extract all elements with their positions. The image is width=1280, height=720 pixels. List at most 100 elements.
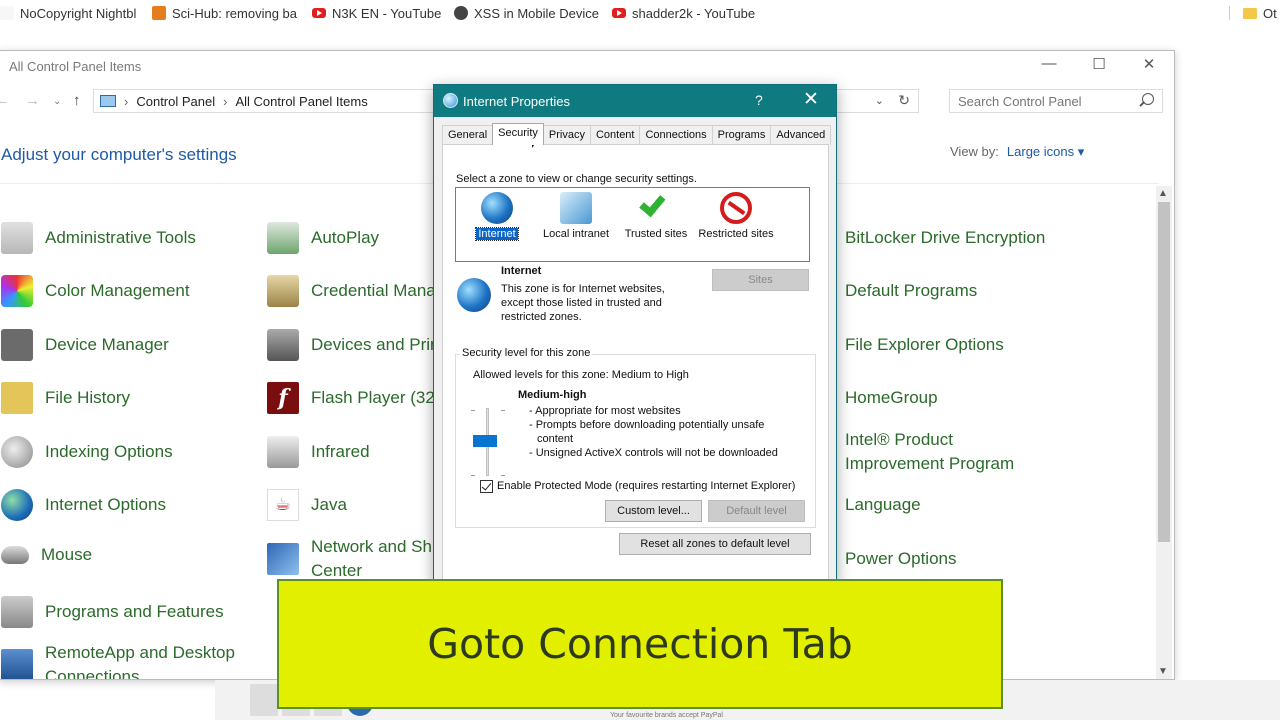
tab-general[interactable]: General (442, 125, 494, 145)
flash-player-icon: f (267, 382, 299, 414)
tab-advanced[interactable]: Advanced (770, 125, 832, 145)
up-arrow-icon[interactable]: ↑ (73, 92, 81, 109)
list-item[interactable]: Administrative Tools (1, 222, 196, 254)
zone-internet[interactable]: Internet (457, 192, 537, 241)
tab-connections[interactable]: Connections (639, 125, 713, 145)
youtube-icon (612, 8, 626, 18)
zone-restricted-sites[interactable]: Restricted sites (696, 192, 776, 240)
youtube-icon (312, 8, 326, 18)
window-title: All Control Panel Items (9, 59, 142, 74)
list-item[interactable]: Mouse (1, 543, 92, 567)
internet-options-icon (1, 489, 33, 521)
security-slider-thumb[interactable] (473, 435, 497, 447)
minimize-button[interactable]: — (1029, 55, 1069, 77)
help-button[interactable]: ? (755, 92, 763, 108)
remoteapp-icon (1, 649, 33, 679)
level-point: - Appropriate for most websites (529, 405, 681, 417)
folder-icon (1243, 7, 1257, 19)
tab-security[interactable]: Security (492, 123, 544, 145)
slider-tick (501, 475, 505, 476)
list-item[interactable]: Infrared (267, 436, 370, 468)
address-dropdown-icon[interactable]: ⌄ (875, 94, 884, 107)
zone-description: restricted zones. (501, 311, 582, 323)
credential-manager-icon (267, 275, 299, 307)
list-item[interactable]: File History (1, 382, 130, 414)
recent-chevron-icon[interactable]: ⌄ (53, 96, 61, 107)
bookmark-shadder2k[interactable]: shadder2k - YouTube (612, 4, 755, 22)
zone-trusted-sites[interactable]: Trusted sites (616, 192, 696, 240)
breadcrumb-control-panel[interactable]: Control Panel (136, 94, 215, 109)
globe-icon (481, 192, 513, 224)
bookmark-folder[interactable]: Ot (1243, 4, 1277, 22)
sites-button[interactable]: Sites (712, 269, 809, 291)
level-point: - Unsigned ActiveX controls will not be … (529, 447, 778, 459)
bookmark-scihub[interactable]: Sci-Hub: removing ba (152, 4, 300, 22)
default-level-button[interactable]: Default level (708, 500, 805, 522)
forward-arrow-icon[interactable]: → (25, 92, 40, 109)
bookmark-n3k[interactable]: N3K EN - YouTube (312, 4, 441, 22)
list-item[interactable]: Programs and Features (1, 596, 224, 628)
allowed-levels: Allowed levels for this zone: Medium to … (473, 369, 689, 381)
list-item[interactable]: Credential Mana (267, 275, 436, 307)
maximize-button[interactable]: ☐ (1079, 55, 1119, 77)
list-item[interactable]: Default Programs (845, 279, 977, 303)
page-title: Adjust your computer's settings (1, 145, 237, 164)
security-panel: Select a zone to view or change security… (442, 144, 829, 584)
intranet-icon (560, 192, 592, 224)
view-by-dropdown[interactable]: Large icons ▾ (1007, 144, 1084, 159)
autoplay-icon (267, 222, 299, 254)
bookmark-separator (1229, 6, 1230, 20)
custom-level-button[interactable]: Custom level... (605, 500, 702, 522)
bookmark-nocopyright[interactable]: NoCopyright Nightbl (0, 4, 136, 22)
list-item[interactable]: Language (845, 493, 921, 517)
scrollbar-thumb[interactable] (1158, 202, 1170, 542)
scihub-icon (152, 6, 166, 20)
reset-all-zones-button[interactable]: Reset all zones to default level (619, 533, 811, 555)
close-icon[interactable]: ✕ (803, 88, 819, 111)
search-input[interactable]: Search Control Panel (949, 89, 1163, 113)
list-item[interactable]: Internet Options (1, 489, 166, 521)
list-item[interactable]: HomeGroup (845, 386, 938, 410)
close-window-button[interactable]: ✕ (1129, 55, 1169, 77)
tab-privacy[interactable]: Privacy (542, 125, 591, 145)
list-item[interactable]: Network and Sh Center (267, 535, 437, 583)
bug-icon (454, 6, 468, 20)
list-item[interactable]: Device Manager (1, 329, 169, 361)
list-item[interactable]: AutoPlay (267, 222, 379, 254)
bookmark-xss[interactable]: XSS in Mobile Device (454, 4, 600, 22)
tab-programs[interactable]: Programs (711, 125, 772, 145)
list-item[interactable]: File Explorer Options (845, 333, 1004, 357)
list-item[interactable]: Power Options (845, 547, 957, 571)
refresh-icon[interactable]: ↻ (898, 92, 910, 109)
zone-prompt: Select a zone to view or change security… (456, 173, 697, 185)
file-history-icon (1, 382, 33, 414)
list-item[interactable]: Intel® Product Improvement Program (845, 428, 1045, 476)
list-item[interactable]: ☕ Java (267, 489, 347, 521)
dialog-tabs: General Security Privacy Content Connect… (442, 123, 832, 145)
programs-features-icon (1, 596, 33, 628)
protected-mode-label: Enable Protected Mode (requires restarti… (497, 480, 796, 492)
list-item[interactable]: Devices and Prin (267, 329, 440, 361)
protected-mode-checkbox[interactable] (480, 480, 493, 493)
dialog-title: Internet Properties (463, 94, 570, 109)
scroll-down-icon[interactable]: ▼ (1158, 666, 1168, 677)
view-by: View by: Large icons ▾ (950, 144, 1085, 159)
slider-tick (501, 410, 505, 411)
list-item[interactable]: RemoteApp and Desktop Connections (1, 641, 251, 679)
strip-text: Your favourite brands accept PayPal (610, 712, 723, 719)
list-item[interactable]: Indexing Options (1, 436, 173, 468)
breadcrumb-all-items[interactable]: All Control Panel Items (235, 94, 367, 109)
zone-local-intranet[interactable]: Local intranet (536, 192, 616, 240)
zone-description: except those listed in trusted and (501, 297, 662, 309)
back-arrow-icon[interactable]: ← (0, 92, 10, 109)
bookmarks-bar: NoCopyright Nightbl Sci-Hub: removing ba… (0, 0, 1280, 26)
list-item[interactable]: Color Management (1, 275, 190, 307)
scroll-up-icon[interactable]: ▲ (1158, 188, 1168, 199)
tab-content[interactable]: Content (589, 125, 641, 145)
list-item[interactable]: f Flash Player (32- (267, 382, 440, 414)
vertical-scrollbar[interactable]: ▲ ▼ (1156, 186, 1172, 679)
globe-icon (457, 278, 491, 312)
search-icon[interactable] (1142, 93, 1154, 105)
list-item[interactable]: BitLocker Drive Encryption (845, 226, 1045, 250)
mouse-icon (1, 546, 29, 564)
